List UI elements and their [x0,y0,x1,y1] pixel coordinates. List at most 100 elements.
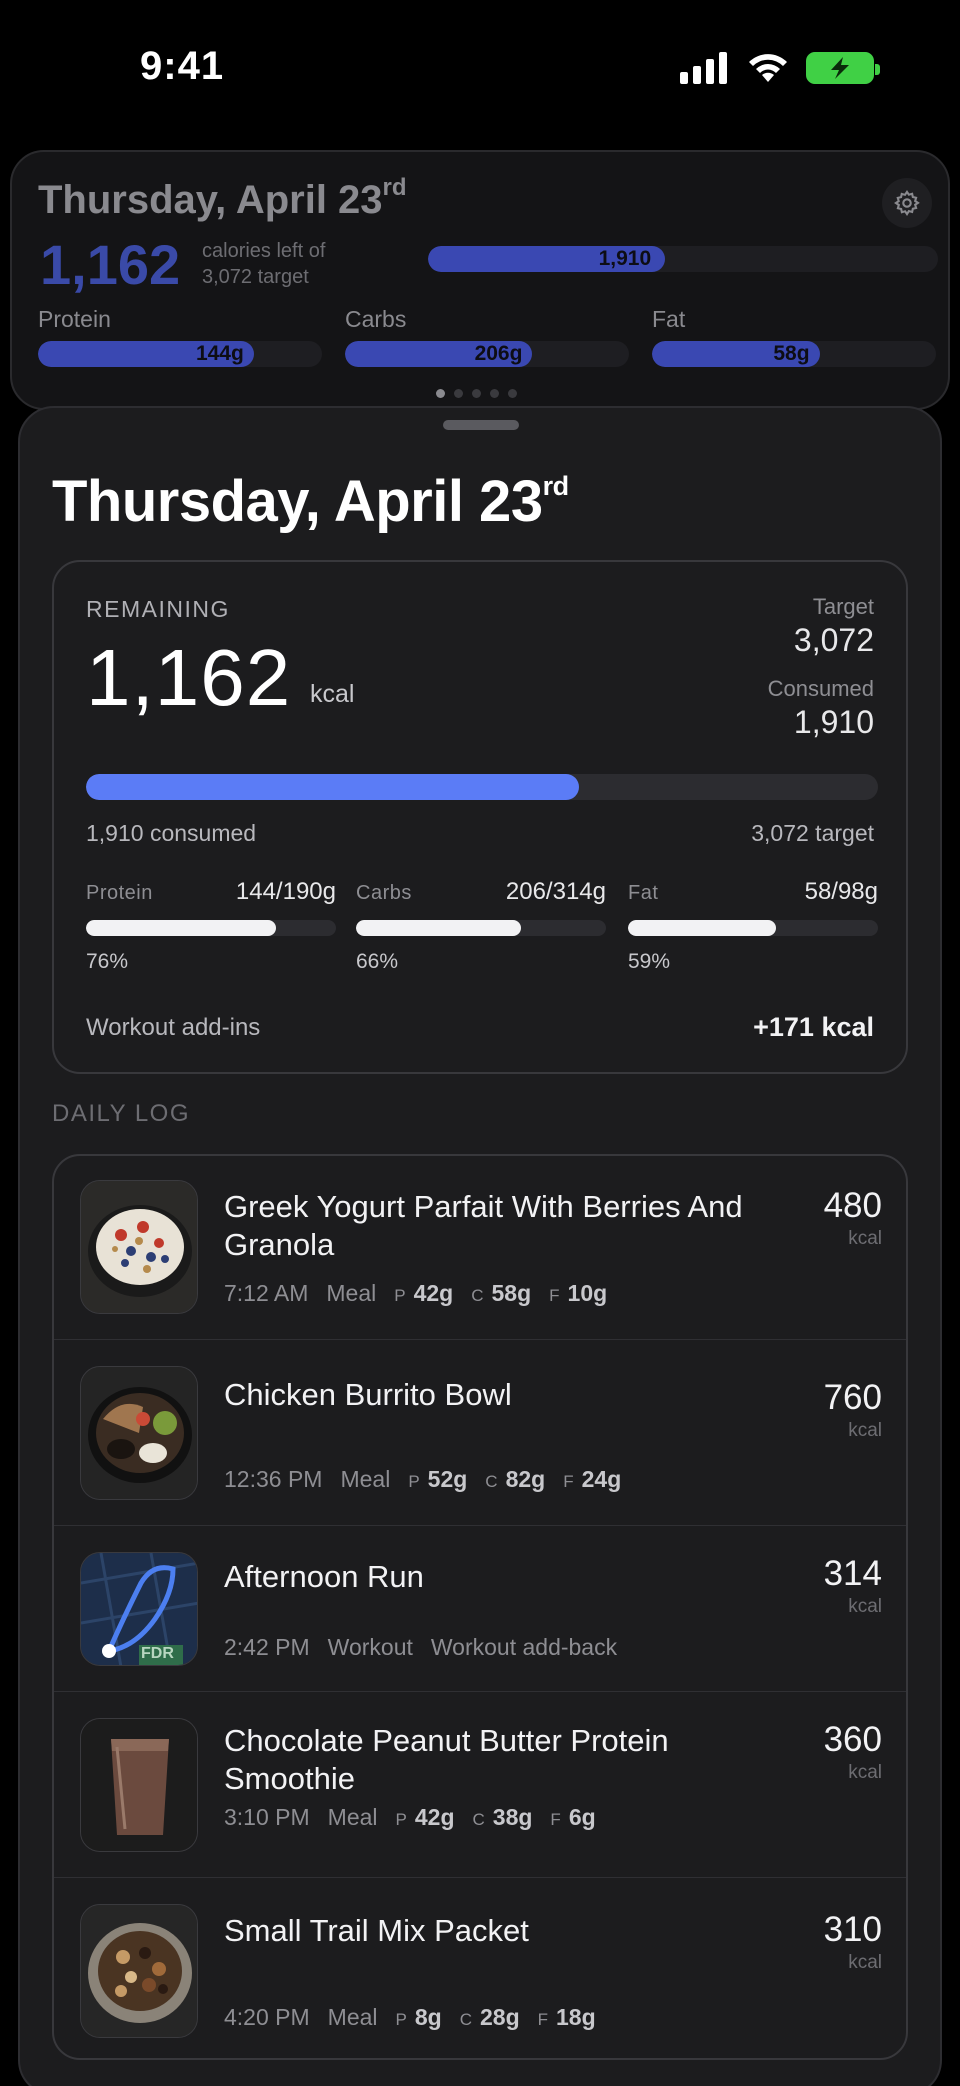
widget-date-title: Thursday, April 23rd [38,174,407,222]
widget-calorie-bar: 1,910 [428,246,938,272]
log-item-time: 2:42 PM [224,1634,310,1660]
log-item-kind: Meal [327,1804,378,1830]
page-dot[interactable] [436,389,445,398]
log-item-kcal-value: 760 [823,1378,882,1417]
carbs-key: C [471,1286,484,1305]
log-item-calories: 480 kcal [824,1186,882,1250]
widget-macro-value: 144g [195,342,244,365]
trail-mix-photo [80,1904,198,2038]
target-label: Target [812,594,874,619]
widget-macro-track: 144g [38,341,322,367]
widget-caption-line1: calories left of [202,240,326,262]
page-dot[interactable] [508,389,517,398]
gear-icon [894,190,920,217]
log-item-kind: Workout [327,1634,413,1660]
target-value: 3,072 [793,622,874,658]
carbs-key: C [485,1472,498,1491]
daily-log-list: Greek Yogurt Parfait With Berries And Gr… [52,1154,908,2060]
page-dot[interactable] [454,389,463,398]
carbs-key: C [472,1810,485,1829]
widget-macro-name: Carbs [345,306,407,332]
log-item-title: Chicken Burrito Bowl [224,1377,512,1412]
macro-protein: Protein 144/190g 76% [86,878,336,974]
protein-value: 42g [413,1280,454,1306]
consumed-value: 1,910 [793,704,874,740]
macro-track [86,920,336,936]
macro-name: Protein [86,882,153,904]
status-bar: 9:41 [0,0,960,140]
widget-caption: calories left of 3,072 target [202,238,325,290]
log-item[interactable]: Chicken Burrito Bowl 12:36 PM Meal P 52g … [54,1340,906,1526]
log-item-time: 4:20 PM [224,2004,310,2030]
macro-fill [356,920,521,936]
sheet-date-title: Thursday, April 23rd [52,469,569,534]
widget-macro-name: Fat [652,306,686,332]
log-item-kcal-value: 314 [823,1554,882,1593]
widget-macro-protein: Protein 144g [38,306,322,367]
carbs-value: 38g [492,1804,533,1830]
settings-button[interactable] [882,178,932,228]
yogurt-parfait-photo [80,1180,198,1314]
widget-page-indicator[interactable] [436,389,517,398]
cellular-signal-icon [680,52,727,84]
wifi-icon [749,54,787,82]
calorie-summary-card: REMAINING 1,162 kcal Target 3,072 Consum… [52,560,908,1074]
macro-name: Carbs [356,882,412,904]
log-item-meta: 2:42 PM Workout Workout add-back [224,1634,635,1661]
log-item-title: Greek Yogurt Parfait With Berries And Gr… [224,1189,743,1262]
macro-fill [86,920,276,936]
log-item[interactable]: Chocolate Peanut Butter Protein Smoothie… [54,1692,906,1878]
log-item-title: Chocolate Peanut Butter Protein Smoothie [224,1723,669,1796]
fat-value: 6g [568,1804,596,1830]
carbs-value: 58g [491,1280,532,1306]
widget-remaining-calories: 1,162 [40,233,181,296]
fat-value: 24g [581,1466,622,1492]
log-item[interactable]: FDR Afternoon Run 2:42 PM Workout Workou… [54,1526,906,1692]
macro-fat: Fat 58/98g 59% [628,878,878,974]
consumed-caption: 1,910 consumed [86,820,257,846]
widget-macro-fat: Fat 58g [652,306,936,367]
sheet-grabber[interactable] [443,420,519,430]
protein-value: 8g [414,2004,442,2030]
macro-carbs: Carbs 206/314g 66% [356,878,606,974]
log-item-meta: 12:36 PM Meal P 52g C 82g F 24g [224,1466,639,1493]
macro-fill [628,920,776,936]
widget-macro-name: Protein [38,306,111,332]
fat-key: F [537,2010,549,2029]
page-dot[interactable] [472,389,481,398]
log-item[interactable]: Greek Yogurt Parfait With Berries And Gr… [54,1156,906,1340]
log-item-note: Workout add-back [430,1634,618,1660]
consumed-label: Consumed [767,676,874,701]
widget-macro-value: 58g [773,342,810,365]
workout-addins-label: Workout add-ins [86,1014,261,1041]
log-item-calories: 360 kcal [824,1720,882,1784]
log-item-meta: 7:12 AM Meal P 42g C 58g F 10g [224,1280,625,1307]
remaining-unit: kcal [310,680,355,708]
target-caption: 3,072 target [751,820,874,846]
macro-percent: 59% [628,950,671,973]
widget-macro-track: 206g [345,341,629,367]
widget-macro-carbs: Carbs 206g [345,306,629,367]
macro-track [356,920,606,936]
log-item-kcal-value: 480 [823,1186,882,1225]
burrito-bowl-photo [80,1366,198,1500]
page-dot[interactable] [490,389,499,398]
smoothie-photo [80,1718,198,1852]
fat-value: 10g [567,1280,608,1306]
protein-key: P [408,1472,420,1491]
fat-key: F [563,1472,574,1491]
widget-caption-line2: 3,072 target [202,266,309,288]
widget-calorie-bar-label: 1,910 [598,247,652,270]
log-item[interactable]: Small Trail Mix Packet 4:20 PM Meal P 8g … [54,1878,906,2058]
log-item-kcal-unit: kcal [848,1762,882,1783]
carbs-value: 82g [505,1466,546,1492]
macro-name: Fat [628,882,659,904]
protein-key: P [395,1810,407,1829]
summary-widget[interactable]: Thursday, April 23rd 1,162 calories left… [10,150,950,410]
day-detail-sheet: Thursday, April 23rd REMAINING 1,162 kca… [18,406,942,2086]
widget-macro-value: 206g [474,342,523,365]
log-item-meta: 3:10 PM Meal P 42g C 38g F 6g [224,1804,614,1831]
log-item-time: 12:36 PM [224,1466,323,1492]
carbs-key: C [459,2010,472,2029]
log-item-kcal-value: 360 [823,1720,882,1759]
